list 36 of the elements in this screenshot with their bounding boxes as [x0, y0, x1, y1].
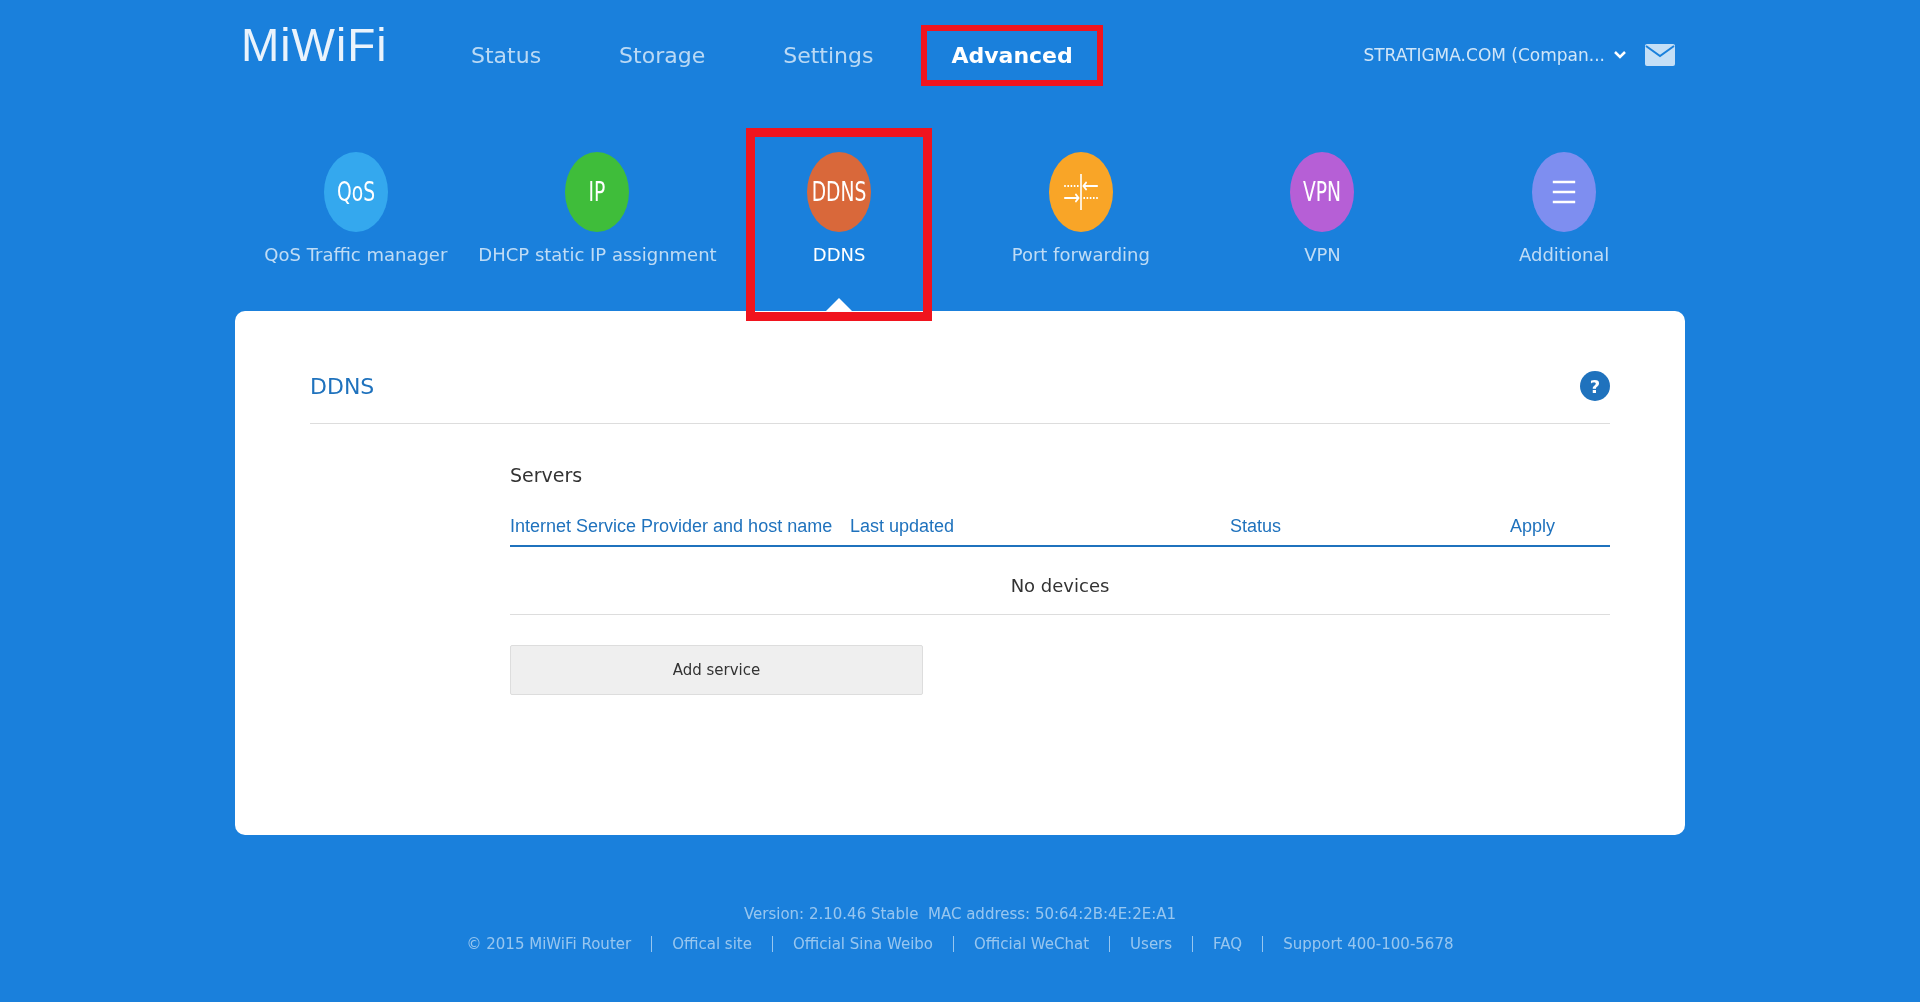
app-icon: QoS: [323, 152, 388, 232]
column-header: Internet Service Provider and host name: [510, 516, 834, 537]
chevron-down-icon: [1613, 50, 1627, 60]
footer-link[interactable]: Offical site: [672, 935, 752, 953]
app-shortcut[interactable]: QoS QoS Traffic manager: [235, 110, 477, 311]
help-button[interactable]: ?: [1580, 371, 1610, 401]
footer-link[interactable]: Official Sina Weibo: [792, 935, 933, 953]
app-icon: VPN: [1290, 152, 1355, 232]
app-shortcut[interactable]: VPN VPN: [1201, 110, 1444, 311]
footer-link[interactable]: Support 400-100-5678: [1283, 935, 1454, 953]
add-service-button[interactable]: Add service: [510, 645, 923, 695]
version-text: Version: 2.10.46 Stable MAC address: 50:64:2B:4E:2E:A1: [743, 905, 1177, 923]
app-icon: IP: [565, 152, 630, 232]
column-header: Apply: [1510, 516, 1557, 537]
port-forward-icon: [1062, 172, 1100, 212]
panel-title: DDNS: [310, 373, 375, 399]
nav-tab[interactable]: Settings: [753, 24, 904, 86]
mail-icon[interactable]: [1645, 44, 1675, 66]
column-header: Last updated: [850, 516, 956, 537]
column-header: Status: [1230, 516, 1283, 537]
footer-link[interactable]: © 2015 MiWiFi Router: [466, 935, 632, 953]
footer-link[interactable]: Official WeChat: [974, 935, 1090, 953]
section-title: Servers: [510, 464, 584, 486]
app-icon: DDNS: [807, 152, 872, 232]
account-dropdown[interactable]: STRATIGMA.COM (Compan...: [1363, 45, 1627, 65]
nav-tab[interactable]: Storage: [589, 24, 736, 86]
app-shortcut[interactable]: Port forwarding: [960, 110, 1202, 311]
app-shortcut[interactable]: IP DHCP static IP assignment: [476, 110, 719, 311]
nav-tab[interactable]: Status: [441, 24, 572, 86]
nav-tab[interactable]: Advanced: [921, 24, 1103, 86]
app-shortcut[interactable]: Additional: [1443, 110, 1685, 311]
footer-link[interactable]: Users: [1130, 935, 1173, 953]
menu-icon: [1551, 179, 1577, 205]
logo: MiWiFi: [241, 18, 389, 72]
footer-link[interactable]: FAQ: [1213, 935, 1243, 953]
empty-message: No devices: [1010, 575, 1110, 596]
